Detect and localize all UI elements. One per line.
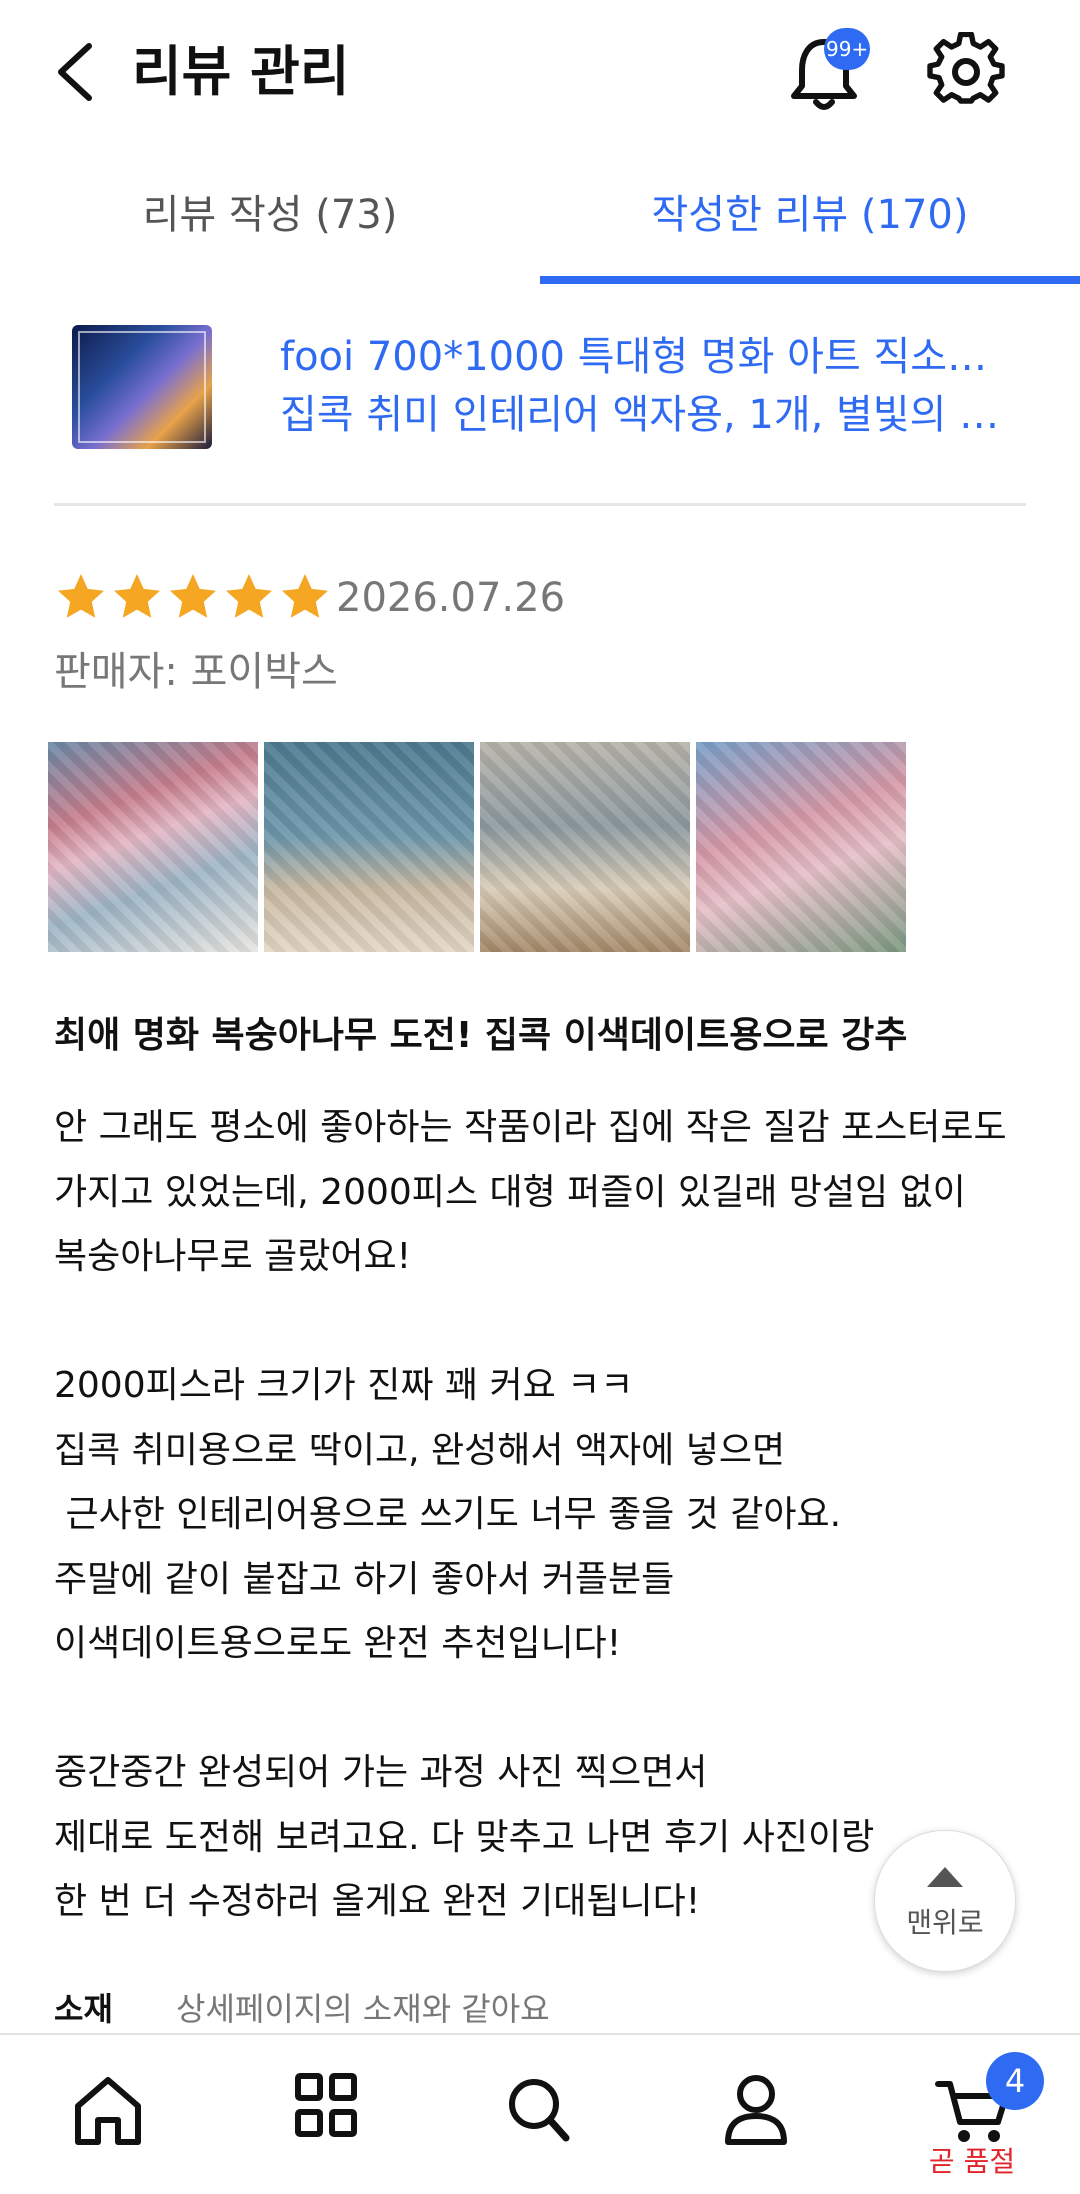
star-icon [226, 574, 272, 618]
product-name-link[interactable]: fooi 700*1000 특대형 명화 아트 직소퍼즐 집콕 취미 인테리어 … [280, 328, 1020, 444]
star-icon [114, 574, 160, 618]
home-icon [75, 2077, 141, 2145]
gear-icon [927, 31, 1005, 104]
chevron-left-icon [58, 43, 92, 101]
star-rating [54, 570, 332, 626]
divider [54, 503, 1026, 506]
material-value: 상세페이지의 소재와 같아요 [176, 1990, 550, 2028]
star-icon [282, 574, 328, 618]
back-button[interactable] [40, 32, 110, 112]
tab-write-review[interactable]: 리뷰 작성 (73) [0, 170, 540, 260]
nav-search[interactable] [490, 2070, 590, 2150]
nav-category[interactable] [276, 2070, 376, 2150]
account-icon [725, 2075, 787, 2145]
settings-button[interactable] [926, 31, 1006, 112]
review-photo[interactable] [264, 742, 474, 952]
review-body: 안 그래도 평소에 좋아하는 작품이라 집에 작은 질감 포스터로도 가지고 있… [54, 1107, 1007, 1922]
review-photo[interactable] [48, 742, 258, 952]
star-icon [58, 574, 104, 618]
scroll-to-top-button[interactable]: 맨위로 [874, 1830, 1016, 1972]
product-name-line1: fooi 700*1000 특대형 명화 아트 직소퍼즐 [280, 334, 1020, 380]
seller-label: 판매자: 포이박스 [54, 649, 338, 695]
product-thumbnail[interactable] [72, 325, 212, 449]
review-photo[interactable] [480, 742, 690, 952]
active-tab-indicator [540, 276, 1080, 284]
arrow-up-icon [927, 1867, 963, 1887]
nav-account[interactable] [706, 2070, 806, 2150]
product-name-line2: 집콕 취미 인테리어 액자용, 1개, 별빛의 속삭... [280, 392, 1020, 438]
scroll-to-top-label: 맨위로 [906, 1906, 984, 1939]
cart-count-badge: 4 [986, 2052, 1044, 2110]
review-title: 최애 명화 복숭아나무 도전! 집콕 이색데이트용으로 강추 [54, 1015, 908, 1056]
page-title: 리뷰 관리 [132, 40, 350, 103]
search-icon [509, 2079, 570, 2142]
cart-status-label: 곧 품절 [928, 2145, 1016, 2178]
star-icon [170, 574, 216, 618]
tab-written-reviews[interactable]: 작성한 리뷰 (170) [540, 170, 1080, 260]
review-photo[interactable] [696, 742, 906, 952]
material-label: 소재 [54, 1990, 113, 2028]
review-date: 2026.07.26 [336, 575, 566, 621]
nav-home[interactable] [58, 2070, 158, 2150]
category-icon [295, 2073, 357, 2137]
notification-badge: 99+ [824, 28, 871, 70]
